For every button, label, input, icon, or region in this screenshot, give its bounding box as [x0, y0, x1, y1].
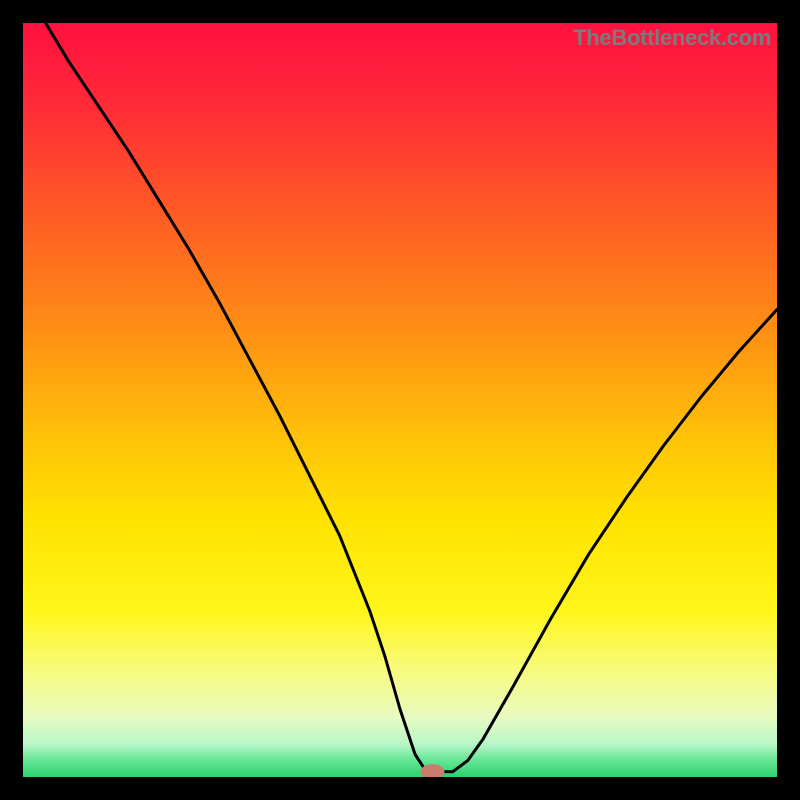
watermark-text: TheBottleneck.com [573, 25, 771, 51]
bottleneck-chart [23, 23, 777, 777]
chart-frame: TheBottleneck.com [23, 23, 777, 777]
gradient-background [23, 23, 777, 777]
